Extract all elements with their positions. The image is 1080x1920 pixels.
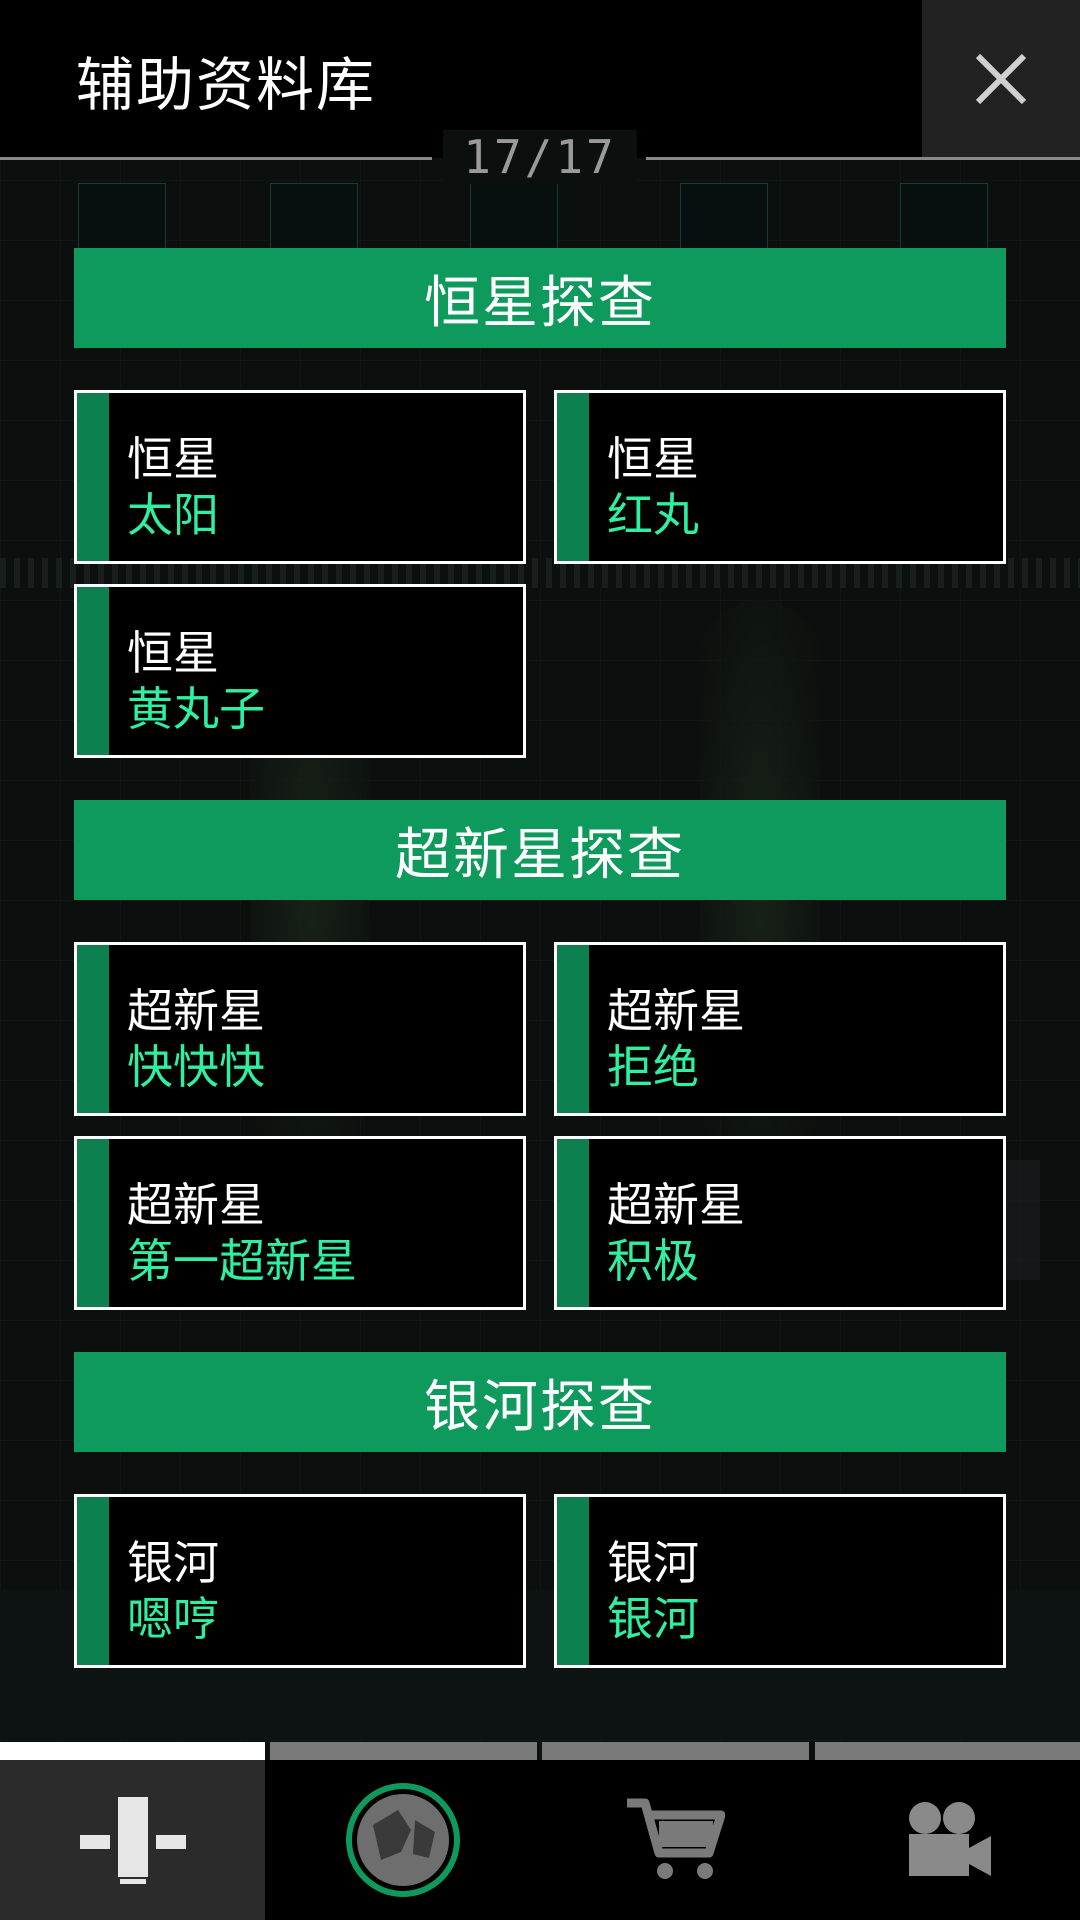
- entry-card[interactable]: 银河 银河: [554, 1494, 1006, 1668]
- entry-name: 红丸: [607, 488, 699, 542]
- section-header-star: 恒星探查: [74, 248, 1006, 348]
- entry-card[interactable]: 超新星 拒绝: [554, 942, 1006, 1116]
- entry-name: 积极: [607, 1234, 699, 1288]
- entry-name: 银河: [607, 1592, 699, 1646]
- section-header-galaxy: 银河探查: [74, 1352, 1006, 1452]
- page-title: 辅助资料库: [76, 51, 377, 119]
- entry-card[interactable]: 超新星 第一超新星: [74, 1136, 526, 1310]
- entry-name: 太阳: [127, 488, 219, 542]
- tab-shop[interactable]: [542, 1760, 807, 1920]
- database-list[interactable]: 恒星探查 恒星 太阳 恒星 红丸 恒星 黄丸子 超新星探查 超新星 快快快 超新…: [74, 248, 1006, 1683]
- video-camera-icon: [908, 1802, 991, 1876]
- pillar-icon: [79, 1797, 186, 1884]
- entry-name: 拒绝: [607, 1040, 699, 1094]
- tab-indicator: [0, 1742, 1080, 1760]
- close-icon: [975, 53, 1027, 105]
- entry-name: 黄丸子: [127, 682, 265, 736]
- tab-planet[interactable]: [270, 1760, 535, 1920]
- tab-video[interactable]: [815, 1760, 1080, 1920]
- entry-name: 嗯哼: [127, 1592, 219, 1646]
- planet-icon: [345, 1783, 460, 1897]
- entry-card[interactable]: 超新星 积极: [554, 1136, 1006, 1310]
- cart-icon: [626, 1798, 725, 1879]
- bottom-nav: [0, 1760, 1080, 1920]
- entry-card[interactable]: 恒星 红丸: [554, 390, 1006, 564]
- entry-card[interactable]: 恒星 黄丸子: [74, 584, 526, 758]
- entry-card[interactable]: 银河 嗯哼: [74, 1494, 526, 1668]
- entry-card[interactable]: 超新星 快快快: [74, 942, 526, 1116]
- page-indicator: 17/17: [0, 130, 1080, 184]
- tab-database[interactable]: [0, 1760, 265, 1920]
- entry-name: 第一超新星: [127, 1234, 357, 1288]
- entry-name: 快快快: [127, 1040, 265, 1094]
- section-header-supernova: 超新星探查: [74, 800, 1006, 900]
- entry-card[interactable]: 恒星 太阳: [74, 390, 526, 564]
